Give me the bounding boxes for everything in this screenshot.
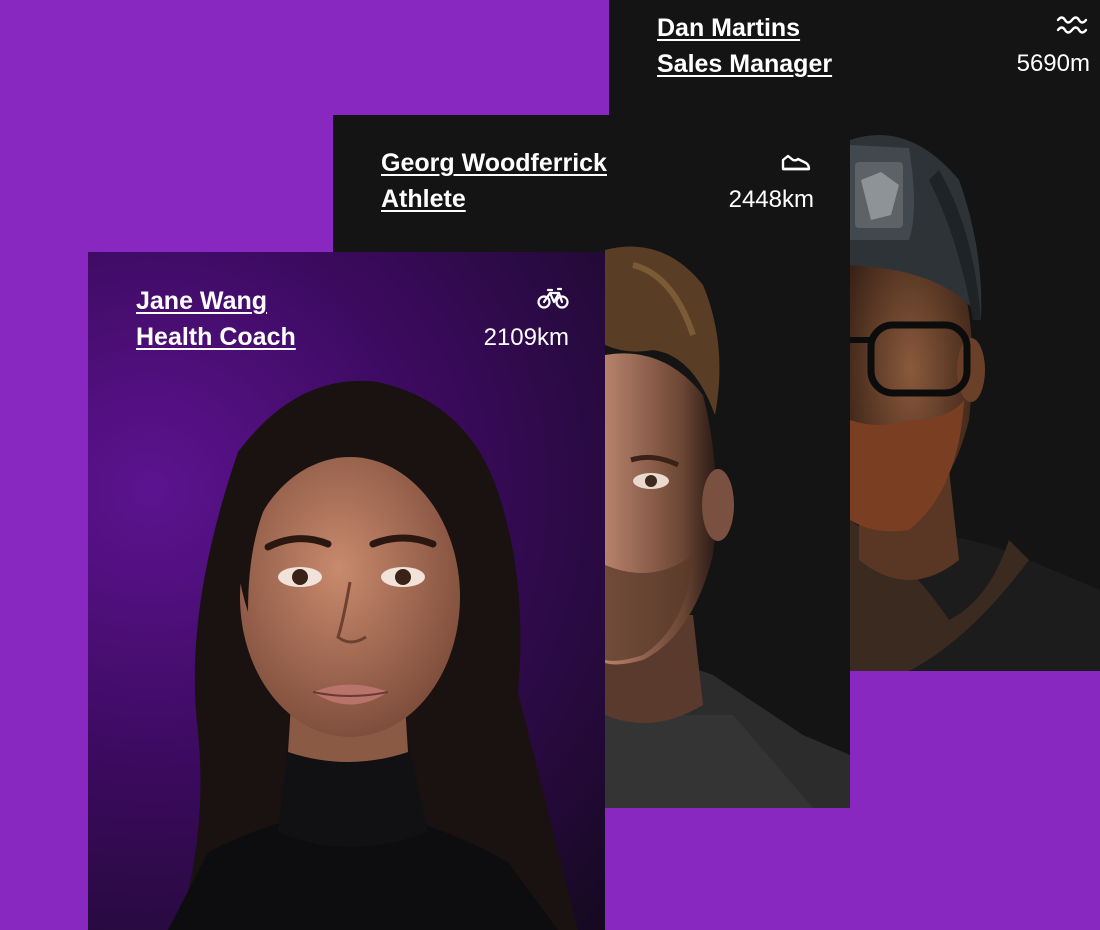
profile-name-link[interactable]: Jane Wang [136, 287, 267, 316]
distance-value: 5690m [1016, 50, 1090, 77]
profile-role-link[interactable]: Athlete [381, 185, 466, 214]
profile-role-link[interactable]: Sales Manager [657, 50, 832, 79]
card-header: Dan Martins Sales Manager 5690m [609, 0, 1100, 110]
profile-name-link[interactable]: Dan Martins [657, 14, 800, 43]
running-shoe-icon [781, 154, 811, 171]
profile-role-link[interactable]: Health Coach [136, 323, 296, 352]
card-header: Jane Wang Health Coach 2109km [88, 252, 605, 362]
profile-name-link[interactable]: Georg Woodferrick [381, 149, 607, 178]
swim-waves-icon [1056, 16, 1088, 34]
distance-value: 2109km [483, 324, 569, 351]
distance-value: 2448km [728, 186, 814, 213]
profile-card-jane-wang[interactable]: Jane Wang Health Coach 2109km [88, 252, 605, 930]
card-header: Georg Woodferrick Athlete 2448km [333, 115, 850, 225]
bicycle-icon [537, 287, 569, 309]
